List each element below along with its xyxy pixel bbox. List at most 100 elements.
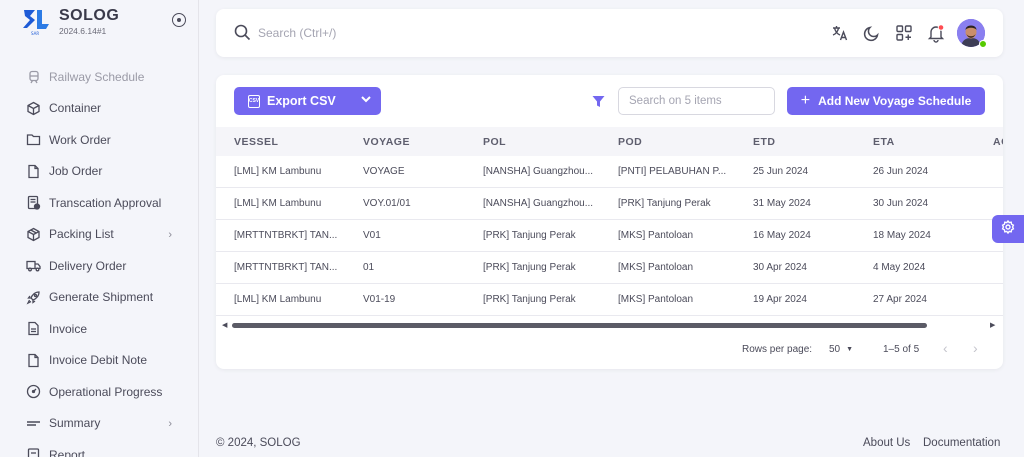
- prev-page-button[interactable]: ‹: [943, 340, 948, 356]
- table-row[interactable]: [MRTTNTBRKT] TAN... 01 [PRK] Tanjung Per…: [216, 252, 1003, 284]
- sidebar-item-label: Generate Shipment: [49, 290, 154, 305]
- export-csv-label: Export CSV: [267, 94, 336, 108]
- filter-icon[interactable]: [592, 95, 605, 113]
- cell-eta: 26 Jun 2024: [873, 166, 929, 177]
- sidebar-scroll-shadow: [0, 42, 198, 54]
- column-header-voyage[interactable]: VOYAGE: [363, 136, 410, 148]
- cell-pol: [PRK] Tanjung Perak: [483, 262, 576, 273]
- sidebar-collapse-button[interactable]: [172, 13, 186, 27]
- export-csv-main[interactable]: CSV Export CSV: [234, 87, 351, 115]
- pagination: Rows per page: 50 ▼ 1–5 of 5 ‹ ›: [216, 339, 1003, 359]
- invoice-icon: [26, 321, 41, 336]
- brand[interactable]: SAR SOLOG 2024.6.14#1: [21, 6, 119, 36]
- sidebar-item-label: Container: [49, 101, 102, 116]
- table-row[interactable]: [LML] KM Lambunu VOY.01/01 [NANSHA] Guan…: [216, 188, 1003, 220]
- column-header-eta[interactable]: ETA: [873, 136, 895, 148]
- clipboard-check-icon: [26, 195, 41, 210]
- sidebar-item-label: Job Order: [49, 164, 103, 179]
- global-search-input[interactable]: Search (Ctrl+/): [258, 26, 336, 40]
- scrollbar-thumb[interactable]: [232, 323, 927, 328]
- add-voyage-label: Add New Voyage Schedule: [818, 94, 972, 108]
- sidebar-item-work-order[interactable]: Work Order: [0, 124, 198, 156]
- gear-icon: [1001, 219, 1015, 239]
- add-voyage-schedule-button[interactable]: + Add New Voyage Schedule: [787, 87, 985, 115]
- cell-vessel: [MRTTNTBRKT] TAN...: [234, 262, 338, 273]
- column-header-etd[interactable]: ETD: [753, 136, 776, 148]
- grid-add-icon[interactable]: [894, 23, 914, 43]
- horizontal-scrollbar[interactable]: ◀ ▶: [216, 319, 1003, 331]
- package-icon: [26, 227, 41, 242]
- next-page-button[interactable]: ›: [973, 340, 978, 356]
- cell-pod: [PNTI] PELABUHAN P...: [618, 166, 727, 177]
- sidebar-item-invoice[interactable]: Invoice: [0, 313, 198, 345]
- sidebar-item-delivery-order[interactable]: Delivery Order: [0, 250, 198, 282]
- sidebar-item-packing-list[interactable]: Packing List ›: [0, 219, 198, 251]
- sidebar: SAR SOLOG 2024.6.14#1 Railway Schedule C…: [0, 0, 199, 457]
- brand-name: SOLOG: [59, 6, 120, 24]
- sidebar-item-operational-progress[interactable]: Operational Progress: [0, 376, 198, 408]
- moon-icon[interactable]: [862, 23, 882, 43]
- footer-copyright: © 2024, SOLOG: [216, 437, 301, 449]
- table-search-input[interactable]: [618, 87, 775, 115]
- sidebar-item-report[interactable]: Report: [0, 439, 198, 457]
- export-csv-button[interactable]: CSV Export CSV: [234, 87, 381, 115]
- cell-voyage: 01: [363, 262, 375, 273]
- file-icon: [26, 353, 41, 368]
- search-icon[interactable]: [234, 24, 251, 46]
- bell-icon[interactable]: [926, 23, 946, 43]
- cell-etd: 25 Jun 2024: [753, 166, 809, 177]
- table-row[interactable]: [MRTTNTBRKT] TAN... V01 [PRK] Tanjung Pe…: [216, 220, 1003, 252]
- cell-etd: 30 Apr 2024: [753, 262, 807, 273]
- scroll-left-arrow-icon[interactable]: ◀: [222, 321, 227, 329]
- column-header-pod[interactable]: POD: [618, 136, 642, 148]
- voyage-schedule-card: CSV Export CSV + Add New Voyage Schedule…: [216, 75, 1003, 369]
- translate-icon[interactable]: [830, 23, 850, 43]
- sidebar-item-railway-schedule[interactable]: Railway Schedule: [0, 61, 198, 93]
- cell-etd: 31 May 2024: [753, 198, 811, 209]
- chevron-right-icon: ›: [168, 417, 172, 430]
- table-row[interactable]: [LML] KM Lambunu VOYAGE [NANSHA] Guangzh…: [216, 156, 1003, 188]
- sidebar-item-label: Invoice Debit Note: [49, 353, 148, 368]
- file-icon: [26, 164, 41, 179]
- cell-voyage: VOYAGE: [363, 166, 405, 177]
- sidebar-item-label: Transcation Approval: [49, 195, 162, 210]
- sologistics-logo: SAR: [21, 6, 51, 36]
- column-header-pol[interactable]: POL: [483, 136, 506, 148]
- csv-file-icon: CSV: [248, 94, 260, 108]
- cell-pol: [PRK] Tanjung Perak: [483, 294, 576, 305]
- footer-about-link[interactable]: About Us: [863, 437, 910, 449]
- customizer-toggle-button[interactable]: [992, 215, 1024, 243]
- footer-documentation-link[interactable]: Documentation: [923, 437, 1000, 449]
- gauge-icon: [26, 384, 41, 399]
- sidebar-item-job-order[interactable]: Job Order: [0, 156, 198, 188]
- rocket-icon: [26, 290, 41, 305]
- sidebar-item-invoice-debit-note[interactable]: Invoice Debit Note: [0, 345, 198, 377]
- chevron-down-icon: [360, 92, 372, 110]
- rows-per-page-label: Rows per page:: [742, 344, 813, 355]
- sidebar-item-container[interactable]: Container: [0, 93, 198, 125]
- sidebar-item-generate-shipment[interactable]: Generate Shipment: [0, 282, 198, 314]
- top-navbar: Search (Ctrl+/): [216, 9, 1003, 57]
- table-row[interactable]: [LML] KM Lambunu V01-19 [PRK] Tanjung Pe…: [216, 284, 1003, 316]
- sidebar-item-label: Summary: [49, 416, 101, 431]
- rows-per-page-select[interactable]: 50 ▼: [829, 344, 853, 355]
- report-icon: [26, 447, 41, 457]
- cell-pod: [MKS] Pantoloan: [618, 230, 694, 241]
- scroll-right-arrow-icon[interactable]: ▶: [990, 321, 995, 329]
- cell-voyage: V01: [363, 230, 381, 241]
- chevron-right-icon: ›: [168, 228, 172, 241]
- truck-icon: [26, 258, 41, 273]
- cell-vessel: [LML] KM Lambunu: [234, 166, 322, 177]
- column-header-vessel[interactable]: VESSEL: [234, 136, 278, 148]
- sidebar-item-transcation-approval[interactable]: Transcation Approval: [0, 187, 198, 219]
- cell-vessel: [LML] KM Lambunu: [234, 198, 322, 209]
- sidebar-item-summary[interactable]: Summary ›: [0, 408, 198, 440]
- sidebar-item-label: Railway Schedule: [49, 69, 145, 84]
- export-dropdown-toggle[interactable]: [351, 87, 381, 115]
- column-header-actions[interactable]: AC: [993, 136, 1003, 148]
- cell-pod: [MKS] Pantoloan: [618, 262, 694, 273]
- cell-pol: [NANSHA] Guangzhou...: [483, 198, 594, 209]
- sidebar-item-label: Invoice: [49, 321, 88, 336]
- svg-text:SAR: SAR: [31, 31, 39, 36]
- sidebar-item-label: Operational Progress: [49, 384, 163, 399]
